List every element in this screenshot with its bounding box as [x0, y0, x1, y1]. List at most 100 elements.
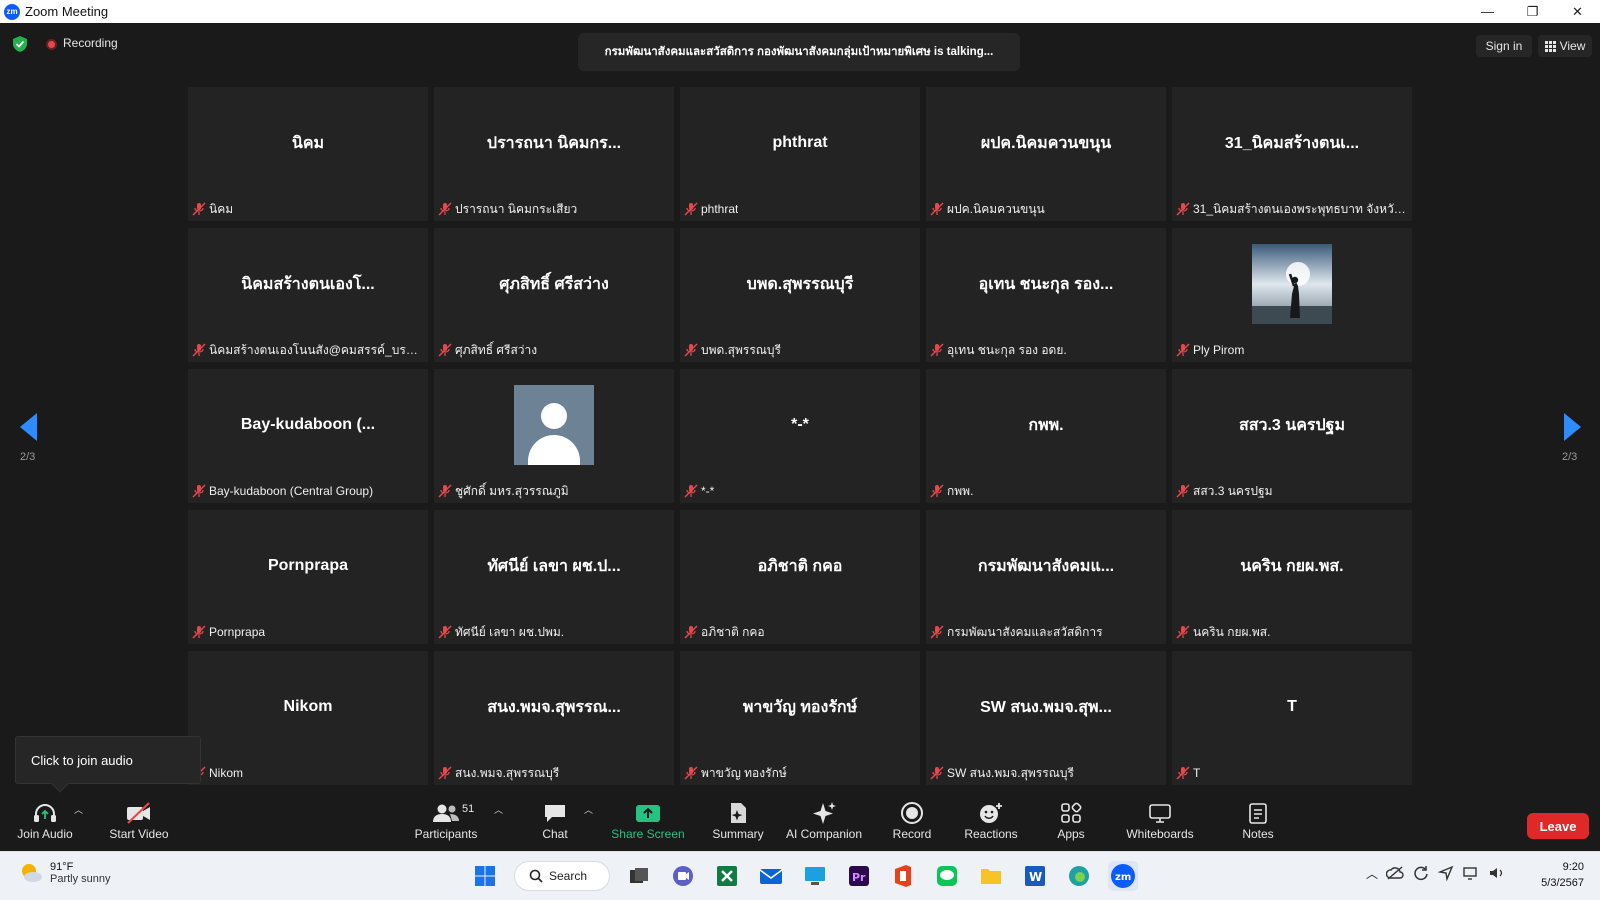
summary-button[interactable]: Summary: [710, 795, 766, 851]
participant-display-name: ทัศนีย์ เลขา ผช.ป...: [487, 557, 621, 575]
update-icon[interactable]: [1412, 864, 1430, 882]
ai-companion-sparkle-icon: [813, 802, 836, 824]
participant-name-bar: Ply Pirom: [1176, 341, 1408, 359]
word-app[interactable]: W: [1020, 861, 1050, 891]
svg-text:Pr: Pr: [852, 871, 866, 884]
zoom-logo-icon: zm: [4, 3, 20, 20]
minimize-button[interactable]: —: [1465, 0, 1510, 23]
notes-button[interactable]: Notes: [1240, 795, 1276, 851]
participant-tile[interactable]: 31_นิคมสร้างตนเ... 31_นิคมสร้างตนเองพระพุ…: [1172, 87, 1412, 221]
zoom-app[interactable]: zm: [1108, 861, 1138, 891]
edge-browser-icon: [1069, 866, 1089, 886]
participant-tile[interactable]: อุเทน ชนะกุล รอง... อุเทน ชนะกุล รอง อดย.: [926, 228, 1166, 362]
word-icon: W: [1025, 866, 1045, 886]
start-button[interactable]: [470, 861, 500, 891]
recording-label[interactable]: Recording: [63, 36, 118, 50]
taskbar-clock[interactable]: 9:20 5/3/2567: [1532, 859, 1584, 891]
ai-companion-button[interactable]: AI Companion: [782, 795, 866, 851]
participant-display-name: นิคมสร้างตนเองโ...: [241, 275, 375, 293]
apps-button[interactable]: Apps: [1054, 795, 1088, 851]
participant-tile[interactable]: ศุภสิทธิ์ ศรีสว่าง ศุภสิทธิ์ ศรีสว่าง: [434, 228, 674, 362]
participant-name-label: Nikom: [209, 766, 244, 780]
location-arrow-icon[interactable]: [1438, 865, 1454, 881]
task-view-button[interactable]: [624, 861, 654, 891]
file-explorer-app[interactable]: [976, 861, 1006, 891]
network-icon[interactable]: [1462, 865, 1480, 881]
participant-name-label: นคริน กยผ.พส.: [1193, 624, 1271, 639]
participant-tile[interactable]: กรมพัฒนาสังคมแ... กรมพัฒนาสังคมและสวัสดิก…: [926, 510, 1166, 644]
sign-in-button[interactable]: Sign in: [1476, 35, 1532, 57]
grid-view-icon: [1544, 40, 1556, 52]
muted-microphone-icon: [684, 343, 698, 357]
edge-app[interactable]: [1064, 861, 1094, 891]
leave-button[interactable]: Leave: [1527, 813, 1589, 839]
next-page-arrow-icon[interactable]: [1564, 413, 1581, 441]
cloud-sync-icon[interactable]: [1386, 865, 1404, 881]
volume-icon[interactable]: [1488, 865, 1506, 881]
whiteboard-icon: [1149, 804, 1171, 823]
office-app[interactable]: [888, 861, 918, 891]
participant-tile[interactable]: Bay-kudaboon (... Bay-kudaboon (Central G…: [188, 369, 428, 503]
line-app[interactable]: [932, 861, 962, 891]
participant-tile[interactable]: phthrat phthrat: [680, 87, 920, 221]
participant-tile[interactable]: Ply Pirom: [1172, 228, 1412, 362]
show-hidden-icons-chevron-icon[interactable]: ︿: [1366, 865, 1378, 882]
participants-caret-icon[interactable]: ︿: [494, 803, 503, 816]
meeting-area: Recording กรมพัฒนาสังคมและสวัสดิการ กองพ…: [0, 23, 1600, 795]
participant-tile[interactable]: บพด.สุพรรณบุรี บพด.สุพรรณบุรี: [680, 228, 920, 362]
profile-photo-image: [1252, 244, 1332, 324]
previous-page-arrow-icon[interactable]: [20, 413, 37, 441]
chat-caret-icon[interactable]: ︿: [584, 803, 593, 816]
participant-name-label: กพพ.: [947, 483, 974, 498]
participant-tile[interactable]: สสว.3 นครปฐม สสว.3 นครปฐม: [1172, 369, 1412, 503]
mail-app[interactable]: [756, 861, 786, 891]
participant-tile[interactable]: ทัศนีย์ เลขา ผช.ป... ทัศนีย์ เลขา ผช.ปพม.: [434, 510, 674, 644]
chat-button[interactable]: Chat: [534, 795, 576, 851]
weather-widget[interactable]: 91°F Partly sunny: [18, 860, 111, 886]
close-button[interactable]: ✕: [1555, 0, 1600, 23]
participant-name-label: phthrat: [701, 202, 739, 216]
participant-tile[interactable]: อภิชาติ กคอ อภิชาติ กคอ: [680, 510, 920, 644]
view-button[interactable]: View: [1538, 35, 1592, 57]
participant-tile[interactable]: SW สนง.พมจ.สุพ... SW สนง.พมจ.สุพรรณบุรี: [926, 651, 1166, 785]
reactions-button[interactable]: Reactions: [962, 795, 1020, 851]
restore-button[interactable]: ❐: [1510, 0, 1555, 23]
participant-tile[interactable]: *-* *-*: [680, 369, 920, 503]
participant-tile[interactable]: Nikom Nikom: [188, 651, 428, 785]
participant-tile[interactable]: นิคม นิคม: [188, 87, 428, 221]
participant-tile[interactable]: นิคมสร้างตนเองโ... นิคมสร้างตนเองโนนสัง@ค…: [188, 228, 428, 362]
taskbar-search-box[interactable]: Search: [514, 861, 610, 891]
premiere-app[interactable]: Pr: [844, 861, 874, 891]
security-shield-icon[interactable]: [12, 35, 28, 53]
participant-profile-photo: [1172, 228, 1412, 340]
headphones-icon: [34, 804, 56, 822]
join-audio-button[interactable]: Join Audio: [14, 795, 76, 851]
participant-tile[interactable]: Pornprapa Pornprapa: [188, 510, 428, 644]
participant-name-bar: SW สนง.พมจ.สุพรรณบุรี: [930, 764, 1162, 782]
remote-desktop-app[interactable]: [800, 861, 830, 891]
share-screen-button[interactable]: Share Screen: [610, 795, 686, 851]
participant-tile[interactable]: กพพ. กพพ.: [926, 369, 1166, 503]
mail-icon: [759, 869, 783, 884]
audio-options-caret-icon[interactable]: ︿: [74, 803, 83, 816]
muted-microphone-icon: [1176, 625, 1190, 639]
participant-tile[interactable]: พาขวัญ ทองรักษ์ พาขวัญ ทองรักษ์: [680, 651, 920, 785]
participant-tile[interactable]: ชูศักดิ์ มหร.สุวรรณภูมิ: [434, 369, 674, 503]
excel-app[interactable]: [712, 861, 742, 891]
participant-name-label: *-*: [701, 484, 715, 498]
participant-tile[interactable]: ปรารถนา นิคมกร... ปรารถนา นิคมกระเสียว: [434, 87, 674, 221]
muted-microphone-icon: [438, 625, 452, 639]
teams-meet-app[interactable]: [668, 861, 698, 891]
participant-tile[interactable]: TT: [1172, 651, 1412, 785]
record-button[interactable]: Record: [890, 795, 934, 851]
join-audio-tooltip[interactable]: Click to join audio: [15, 736, 201, 793]
participant-tile[interactable]: สนง.พมจ.สุพรรณ... สนง.พมจ.สุพรรณบุรี: [434, 651, 674, 785]
participant-tile[interactable]: ผปค.นิคมควนขนุน ผปค.นิคมควนขนุน: [926, 87, 1166, 221]
zoom-taskbar-icon: zm: [1111, 864, 1135, 888]
participant-tile[interactable]: นคริน กยผ.พส. นคริน กยผ.พส.: [1172, 510, 1412, 644]
windows-taskbar: 91°F Partly sunny Search Pr W zm ︿ 9:20 …: [0, 851, 1600, 900]
participant-display-name: ศุภสิทธิ์ ศรีสว่าง: [499, 275, 609, 293]
whiteboards-button[interactable]: Whiteboards: [1124, 795, 1196, 851]
start-video-button[interactable]: Start Video: [104, 795, 174, 851]
reactions-label: Reactions: [964, 827, 1018, 841]
